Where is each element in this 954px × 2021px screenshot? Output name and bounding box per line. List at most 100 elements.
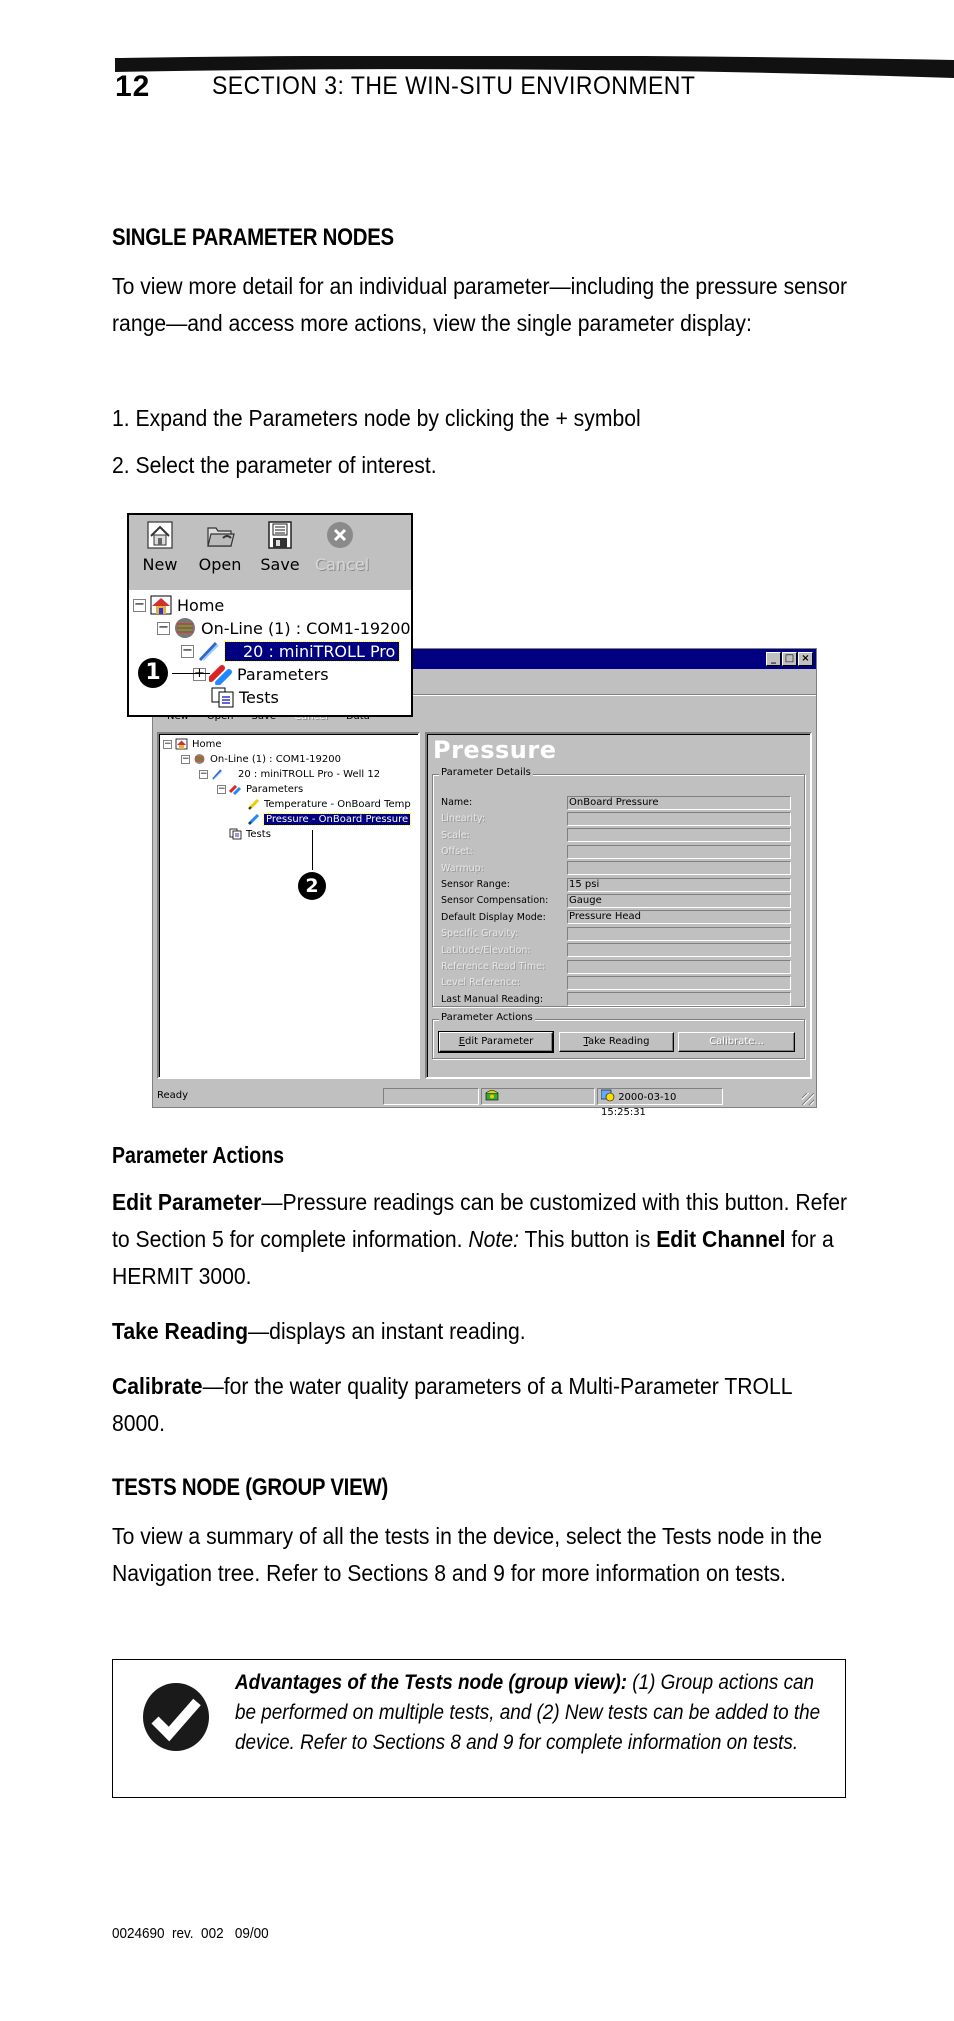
property-label: Scale:	[441, 829, 470, 841]
tests-icon	[211, 687, 234, 708]
collapse-icon[interactable]: −	[199, 769, 208, 779]
collapse-icon[interactable]: −	[181, 644, 194, 658]
take-reading-button[interactable]: Take Reading	[559, 1032, 674, 1052]
property-value-field	[567, 975, 791, 990]
property-value-field	[567, 861, 791, 876]
tree-label: Home	[192, 738, 222, 750]
property-value-field: OnBoard Pressure	[567, 795, 791, 810]
tree-label: Parameters	[246, 783, 304, 795]
callout-2-leader	[312, 830, 313, 870]
probe-icon	[212, 769, 223, 780]
tests-node-paragraph: To view a summary of all the tests in th…	[112, 1523, 823, 1586]
property-row: Latitude/Elevation:	[441, 943, 791, 958]
tree-label: Home	[177, 595, 225, 615]
property-label: Specific Gravity:	[441, 928, 519, 940]
status-text: Ready	[157, 1090, 189, 1101]
edit-parameter-button[interactable]: Edit Parameter	[438, 1031, 554, 1053]
cancel-button: Cancel	[315, 520, 369, 574]
expand-icon[interactable]: +	[193, 667, 206, 681]
document-footer: 0024690 rev. 002 09/00	[112, 1925, 269, 1942]
tree-label: 20 : miniTROLL Pro - Well 12	[238, 768, 381, 780]
inset-tree-node-home[interactable]: − Home	[133, 593, 224, 617]
property-label: Sensor Compensation:	[441, 895, 549, 907]
clock-icon	[600, 1089, 615, 1102]
property-value-field: 15 psi	[567, 877, 791, 892]
collapse-icon[interactable]: −	[217, 784, 226, 794]
tree-node-parameters[interactable]: − Parameters	[217, 782, 303, 796]
status-cell-connection	[481, 1088, 595, 1105]
tree-label-selected: Pressure - OnBoard Pressure	[262, 812, 412, 826]
parameters-icon	[229, 784, 242, 795]
property-value-field	[567, 844, 791, 859]
tree-label: Tests	[246, 828, 271, 840]
property-row: Scale:	[441, 828, 791, 843]
callout-2: 2	[298, 872, 326, 900]
property-row: Linearity:	[441, 811, 791, 826]
close-button[interactable]: ×	[798, 652, 813, 666]
parameter-detail-pane: Pressure Parameter Details Name: OnBoard …	[425, 732, 812, 1079]
property-value-field	[567, 992, 791, 1007]
groupbox-label: Parameter Details	[439, 767, 533, 778]
maximize-button[interactable]: □	[782, 652, 797, 666]
inset-tree-node-online[interactable]: − On-Line (1) : COM1-19200	[157, 616, 411, 640]
new-button[interactable]: New	[135, 520, 185, 574]
heading-parameter-actions: Parameter Actions	[112, 1142, 285, 1168]
detail-title: Pressure	[433, 736, 557, 764]
property-label: Sensor Range:	[441, 879, 510, 890]
callout-1-leader	[172, 673, 210, 674]
collapse-icon[interactable]: −	[133, 598, 146, 612]
tree-node-pressure[interactable]: Pressure - OnBoard Pressure	[247, 812, 412, 826]
property-label: Name:	[441, 797, 473, 808]
property-value-field: Pressure Head	[567, 910, 791, 925]
inset-tree-node-tests[interactable]: Tests	[211, 685, 279, 709]
property-label: Linearity:	[441, 813, 486, 825]
property-value-field: Gauge	[567, 893, 791, 908]
property-value-field	[567, 828, 791, 843]
tree-node-temperature[interactable]: Temperature - OnBoard Temp	[247, 797, 411, 811]
property-value-field	[567, 811, 791, 826]
property-value-field	[567, 959, 791, 974]
minimize-button[interactable]: _	[766, 652, 781, 666]
tree-label: Temperature - OnBoard Temp	[264, 798, 411, 810]
calibrate-paragraph: Calibrate—for the water quality paramete…	[112, 1373, 792, 1436]
tree-label: On-Line (1) : COM1-19200	[201, 618, 411, 638]
property-row: Name: OnBoard Pressure	[441, 795, 791, 810]
cancel-x-icon	[327, 522, 353, 548]
edit-parameter-paragraph: Edit Parameter—Pressure readings can be …	[112, 1189, 848, 1289]
tests-icon	[229, 828, 242, 840]
resize-grip[interactable]	[802, 1093, 814, 1105]
tree-node-home[interactable]: − Home	[163, 737, 222, 751]
collapse-icon[interactable]: −	[181, 754, 190, 764]
tree-node-tests[interactable]: Tests	[229, 827, 271, 841]
collapse-icon[interactable]: −	[157, 621, 170, 635]
note-text: Advantages of the Tests node (group view…	[235, 1671, 821, 1754]
probe-icon	[198, 641, 219, 662]
open-folder-icon	[207, 527, 235, 547]
parameters-icon	[209, 665, 232, 685]
home-icon	[150, 595, 172, 615]
tree-node-device[interactable]: − 20 : miniTROLL Pro - Well 12	[199, 767, 380, 781]
tree-node-online[interactable]: − On-Line (1) : COM1-19200	[181, 752, 341, 766]
groupbox-label: Parameter Actions	[439, 1012, 535, 1023]
tree-label: Tests	[239, 687, 279, 707]
save-button[interactable]: Save	[255, 520, 305, 574]
calibrate-button: Calibrate...	[678, 1032, 795, 1052]
navigation-tree[interactable]: − Home − On-Line (1) : COM1-19200 − 20 :…	[157, 732, 420, 1079]
note-box: Advantages of the Tests node (group view…	[112, 1659, 846, 1798]
property-row: Offset:	[441, 844, 791, 859]
property-row: Sensor Compensation: Gauge	[441, 893, 791, 908]
step-2: 2. Select the parameter of interest.	[112, 452, 437, 478]
property-label: Default Display Mode:	[441, 911, 546, 923]
section-title: SECTION 3: THE WIN-SITU ENVIRONMENT	[212, 72, 696, 100]
collapse-icon[interactable]: −	[163, 739, 172, 749]
property-row: Reference Read Time:	[441, 959, 791, 974]
inset-tree-node-parameters[interactable]: + Parameters	[193, 662, 329, 686]
status-cell-empty	[383, 1088, 479, 1105]
open-button[interactable]: Open	[195, 520, 245, 574]
property-row: Sensor Range: 15 psi	[441, 877, 791, 892]
pressure-probe-icon	[247, 813, 260, 825]
inset-tree-node-device[interactable]: − 20 : miniTROLL Pro	[181, 639, 401, 663]
parameter-details-group: Parameter Details Name: OnBoard Pressure L…	[432, 767, 805, 1007]
property-row: Last Manual Reading:	[441, 992, 791, 1007]
page-number: 12	[115, 70, 151, 103]
